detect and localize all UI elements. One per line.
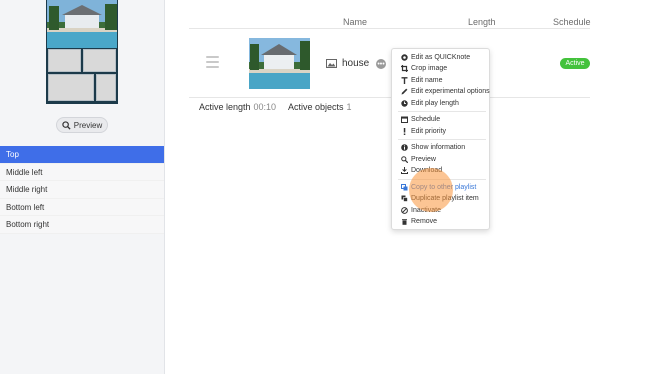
playlist-item-name[interactable]: house (342, 58, 369, 69)
menu-item-edit-experimental-options[interactable]: Edit experimental options (392, 87, 491, 97)
layout-middle-right-zone (83, 49, 116, 72)
menu-item-label: Inactivate (411, 206, 441, 214)
menu-item-label: Download (411, 167, 443, 174)
menu-item-show-information[interactable]: Show information (392, 143, 491, 153)
active-objects-value: 1 (346, 102, 352, 112)
layout-middle-left-zone (48, 49, 81, 72)
menu-item-inactivate[interactable]: Inactivate (392, 205, 491, 215)
menu-item-label: Show information (411, 144, 466, 151)
copy-icon (398, 183, 410, 191)
calendar-icon (398, 116, 410, 123)
menu-item-label: Schedule (411, 116, 441, 123)
layout-bottom-right-zone (96, 74, 116, 101)
menu-item-label: Edit priority (411, 127, 447, 135)
menu-item-label: Edit name (411, 76, 443, 84)
position-item-middle-right[interactable]: Middle right (0, 181, 164, 199)
menu-item-remove[interactable]: Remove (392, 217, 491, 227)
menu-item-edit-priority[interactable]: Edit priority (392, 126, 491, 136)
pencil-icon (398, 88, 410, 95)
active-length-label: Active length (199, 102, 251, 112)
menu-item-crop-image[interactable]: Crop image (392, 64, 491, 74)
layout-bottom-left-zone (48, 74, 94, 101)
menu-separator (398, 178, 486, 180)
position-item-top[interactable]: Top (0, 146, 164, 164)
menu-item-label: Crop image (411, 65, 448, 72)
menu-item-copy-to-other-playlist[interactable]: Copy to other playlist (392, 182, 491, 192)
playlist-item-thumbnail[interactable] (249, 38, 310, 89)
active-length-value: 00:10 (253, 102, 277, 112)
layout-top-zone-image (47, 0, 117, 48)
menu-item-label: Duplicate playlist item (411, 195, 479, 202)
image-type-icon (326, 59, 337, 68)
quicknote-icon (398, 53, 410, 61)
drag-handle-icon[interactable] (206, 56, 219, 70)
preview-button[interactable]: Preview (56, 117, 108, 133)
preview-icon (62, 120, 71, 130)
preview-button-label: Preview (73, 120, 103, 130)
position-list: Top Middle left Middle right Bottom left… (0, 146, 164, 234)
menu-item-label: Edit experimental options (411, 88, 490, 95)
clock-icon (398, 99, 410, 107)
menu-item-duplicate-playlist-item[interactable]: Duplicate playlist item (392, 194, 491, 204)
download-icon (398, 167, 410, 174)
menu-item-preview[interactable]: Preview (392, 154, 491, 164)
active-objects-stat: Active objects 1 (288, 102, 352, 112)
menu-item-schedule[interactable]: Schedule (392, 115, 491, 125)
menu-item-download[interactable]: Download (392, 166, 491, 176)
menu-item-label: Edit play length (411, 99, 459, 107)
position-item-bottom-left[interactable]: Bottom left (0, 198, 164, 216)
layout-thumbnail[interactable] (46, 0, 118, 104)
layout-panel: Preview Top Middle left Middle right Bot… (0, 0, 165, 374)
menu-separator (398, 139, 486, 140)
column-header-schedule[interactable]: Schedule (553, 17, 591, 27)
header-divider (189, 28, 590, 29)
context-menu: Edit as QUICKnote Crop image Edit name E… (391, 48, 490, 230)
menu-item-edit-as-quicknote[interactable]: Edit as QUICKnote (392, 52, 491, 62)
active-length-stat: Active length 00:10 (199, 102, 276, 112)
menu-item-edit-play-length[interactable]: Edit play length (392, 98, 491, 108)
exclamation-icon (398, 127, 410, 135)
more-options-icon[interactable]: ••• (376, 59, 386, 69)
column-header-length[interactable]: Length (468, 17, 496, 27)
crop-icon (398, 65, 410, 72)
info-icon (398, 144, 410, 151)
row-divider (189, 97, 590, 98)
menu-item-edit-name[interactable]: Edit name (392, 75, 491, 85)
menu-item-label: Copy to other playlist (411, 183, 477, 191)
menu-separator (398, 111, 486, 112)
duplicate-icon (398, 195, 410, 202)
menu-item-label: Edit as QUICKnote (411, 53, 471, 61)
app-window: Preview Top Middle left Middle right Bot… (0, 0, 670, 374)
text-icon (398, 76, 410, 84)
inactivate-icon (398, 206, 410, 214)
menu-item-label: Remove (411, 218, 438, 225)
menu-item-label: Preview (411, 155, 436, 163)
preview-icon (398, 155, 410, 163)
position-item-bottom-right[interactable]: Bottom right (0, 216, 164, 234)
column-header-name[interactable]: Name (343, 17, 367, 27)
active-objects-label: Active objects (288, 102, 344, 112)
position-item-middle-left[interactable]: Middle left (0, 163, 164, 181)
status-badge: Active (560, 58, 590, 69)
trash-icon (398, 218, 410, 225)
